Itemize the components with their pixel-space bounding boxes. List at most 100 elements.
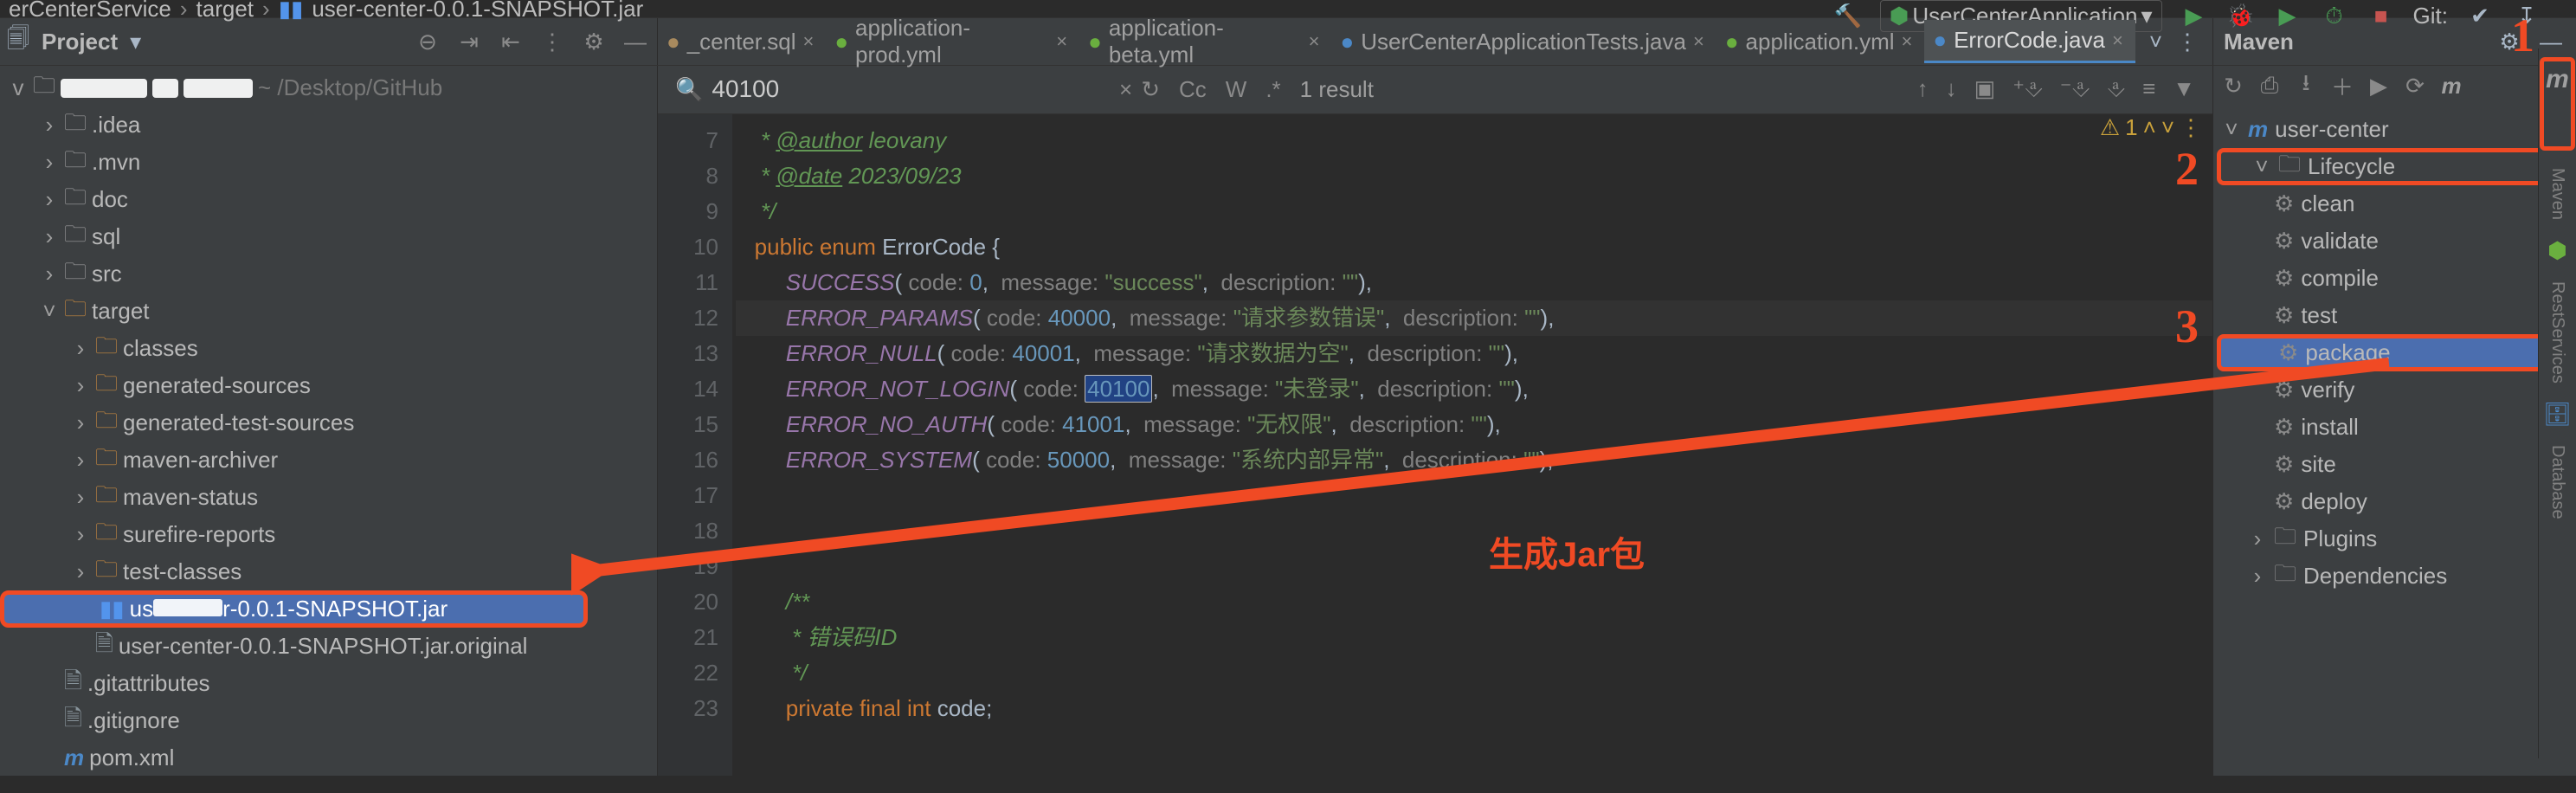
show-options-icon[interactable]: ⋮ <box>538 27 567 56</box>
close-icon[interactable]: × <box>1309 30 1320 53</box>
maven-tree-item[interactable]: ⚙site <box>2217 446 2573 483</box>
maven-tree-item[interactable]: ⚙compile <box>2217 260 2573 297</box>
expand-arrow-icon[interactable]: › <box>71 372 90 399</box>
tree-item[interactable]: ›🗀generated-sources <box>0 367 657 404</box>
debug-button[interactable]: 🐞 <box>2226 2 2256 31</box>
maven-icon[interactable]: m <box>2546 65 2569 93</box>
scroll-to-source-icon[interactable]: ⇥ <box>454 27 484 56</box>
tab-application-beta-yml[interactable]: ●application-beta.yml× <box>1079 8 1331 75</box>
hide-panel-icon[interactable]: — <box>621 27 650 56</box>
maven-tree-item[interactable]: ˅🗀Lifecycle <box>2217 148 2567 185</box>
reload-icon[interactable]: ↻ <box>2220 73 2246 99</box>
generate-icon[interactable]: ⎙ <box>2257 73 2283 99</box>
up-icon[interactable]: ˄ <box>2143 114 2156 141</box>
maven-tree-item[interactable]: ⚙clean <box>2217 185 2573 222</box>
expand-arrow-icon[interactable]: › <box>71 447 90 474</box>
tree-item[interactable]: ›🗀.idea <box>0 106 657 144</box>
expand-arrow-icon[interactable]: ˅ <box>40 298 59 325</box>
more-icon[interactable]: ⋮ <box>2176 29 2199 55</box>
tree-item[interactable]: ›🗀maven-archiver <box>0 442 657 479</box>
close-icon[interactable]: × <box>2112 29 2123 52</box>
chevron-down-icon[interactable]: ▾ <box>130 29 141 55</box>
tab-application-prod-yml[interactable]: ●application-prod.yml× <box>826 8 1079 75</box>
expand-arrow-icon[interactable]: › <box>40 261 59 287</box>
database-icon[interactable]: 🗄 <box>2543 401 2572 428</box>
tree-item[interactable]: ›🗀classes <box>0 330 657 367</box>
gear-icon[interactable]: ⚙ <box>579 27 609 56</box>
search-input[interactable] <box>712 75 1111 103</box>
select-all-icon[interactable]: ▣ <box>1974 75 1996 103</box>
tree-item[interactable]: ›🗀maven-status <box>0 479 657 516</box>
history-icon[interactable]: ↻ <box>1141 76 1160 103</box>
toggle-icon[interactable]: ⟳ <box>2402 73 2428 99</box>
project-tree[interactable]: v 🗀 ~ /Desktop/GitHub ›🗀.idea›🗀.mvn›🗀doc… <box>0 66 658 776</box>
maven-tree-item[interactable]: ⚙test <box>2217 297 2573 334</box>
collapse-icon[interactable]: ⇤ <box>496 27 525 56</box>
scroll-from-source-icon[interactable]: ⊖ <box>413 27 442 56</box>
tree-item[interactable]: ›🗀surefire-reports <box>0 516 657 553</box>
expand-arrow-icon[interactable]: › <box>40 149 59 176</box>
chevron-down-icon[interactable]: ˅ <box>2149 29 2162 55</box>
words-icon[interactable]: W <box>1226 76 1247 103</box>
filter-icon[interactable]: ▼ <box>2173 75 2195 103</box>
coverage-button[interactable]: ▶ <box>2273 2 2302 31</box>
tree-item[interactable]: ˅🗀target <box>0 293 657 330</box>
expand-arrow-icon[interactable]: › <box>71 409 90 436</box>
tab-errorcode-java[interactable]: ●ErrorCode.java× <box>1924 20 2135 63</box>
sidebar-maven-label[interactable]: Maven <box>2547 168 2567 220</box>
close-icon[interactable]: × <box>1902 30 1913 53</box>
close-icon[interactable]: × <box>1693 30 1704 53</box>
maven-tree-item[interactable]: ˅muser-center <box>2217 111 2573 148</box>
tree-item[interactable]: ›🗀test-classes <box>0 553 657 590</box>
code-editor[interactable]: ⚠1 ˄˅ ⋮ * @author leovany * @date 2023/0… <box>732 114 2212 776</box>
close-icon[interactable]: × <box>802 30 814 53</box>
maven-tree-item[interactable]: ⚙deploy <box>2217 483 2573 520</box>
tree-item[interactable]: ›🗀sql <box>0 218 657 255</box>
tab-usercenterapplicationtests-java[interactable]: ●UserCenterApplicationTests.java× <box>1332 22 1716 62</box>
expand-arrow-icon[interactable]: › <box>40 186 59 213</box>
project-view-icon[interactable]: 🗐 <box>7 23 29 61</box>
prev-match-icon[interactable]: ↑ <box>1917 75 1929 103</box>
pin-icon[interactable]: ≡ <box>2142 75 2155 103</box>
tree-item[interactable]: ›🗀src <box>0 255 657 293</box>
problems-indicator[interactable]: ⚠1 ˄˅ ⋮ <box>2100 114 2202 141</box>
selection-icon[interactable]: ⎀ <box>2107 75 2125 103</box>
tree-item[interactable]: 🗎.gitignore <box>0 702 657 739</box>
remove-selection-icon[interactable]: ⁻⎀ <box>2060 75 2090 103</box>
sidebar-rest-label[interactable]: RestServices <box>2547 281 2567 384</box>
add-icon[interactable]: ＋ <box>2329 73 2355 99</box>
tree-item[interactable]: ›🗀generated-test-sources <box>0 404 657 442</box>
run-maven-icon[interactable]: ▶ <box>2366 73 2392 99</box>
next-match-icon[interactable]: ↓ <box>1946 75 1957 103</box>
maven-tree-item[interactable]: ⚙verify <box>2217 371 2573 409</box>
run-button[interactable]: ▶ <box>2180 2 2209 31</box>
maven-tree-item[interactable]: ⚙package <box>2217 334 2567 371</box>
maven-icon[interactable]: m <box>2438 73 2464 99</box>
sidebar-db-label[interactable]: Database <box>2547 445 2567 519</box>
maven-tree-item[interactable]: ⚙install <box>2217 409 2573 446</box>
maven-tree[interactable]: ˅muser-center˅🗀Lifecycle⚙clean⚙validate⚙… <box>2213 106 2576 776</box>
down-icon[interactable]: ˅ <box>2161 114 2174 141</box>
expand-arrow-icon[interactable]: › <box>71 558 90 585</box>
tree-item[interactable]: 🗎user-center-0.0.1-SNAPSHOT.jar.original <box>0 628 657 665</box>
profile-button[interactable]: ⏱ <box>2320 2 2349 31</box>
expand-arrow-icon[interactable]: › <box>71 521 90 548</box>
more-icon[interactable]: ⋮ <box>2180 114 2202 141</box>
tree-item[interactable]: 🗎.gitattributes <box>0 665 657 702</box>
tab--center-sql[interactable]: ●_center.sql× <box>658 22 826 62</box>
tab-application-yml[interactable]: ●application.yml× <box>1716 22 1925 62</box>
stop-button[interactable]: ■ <box>2367 2 2396 31</box>
maven-tree-item[interactable]: ›🗀Dependencies <box>2217 558 2573 595</box>
search-icon[interactable]: 🔍 <box>675 76 703 103</box>
regex-icon[interactable]: .* <box>1265 76 1280 103</box>
expand-arrow-icon[interactable]: › <box>40 223 59 250</box>
tree-item[interactable]: ›🗀doc <box>0 181 657 218</box>
expand-arrow-icon[interactable]: › <box>71 484 90 511</box>
maven-tree-item[interactable]: ›🗀Plugins <box>2217 520 2573 558</box>
expand-arrow-icon[interactable]: › <box>40 112 59 139</box>
clear-search-icon[interactable]: × <box>1119 76 1132 103</box>
spring-icon[interactable]: ⬢ <box>2547 237 2567 264</box>
expand-arrow-icon[interactable]: › <box>71 335 90 362</box>
git-update-icon[interactable]: ✔ <box>2465 2 2495 31</box>
download-icon[interactable]: ⭳ <box>2293 73 2319 99</box>
